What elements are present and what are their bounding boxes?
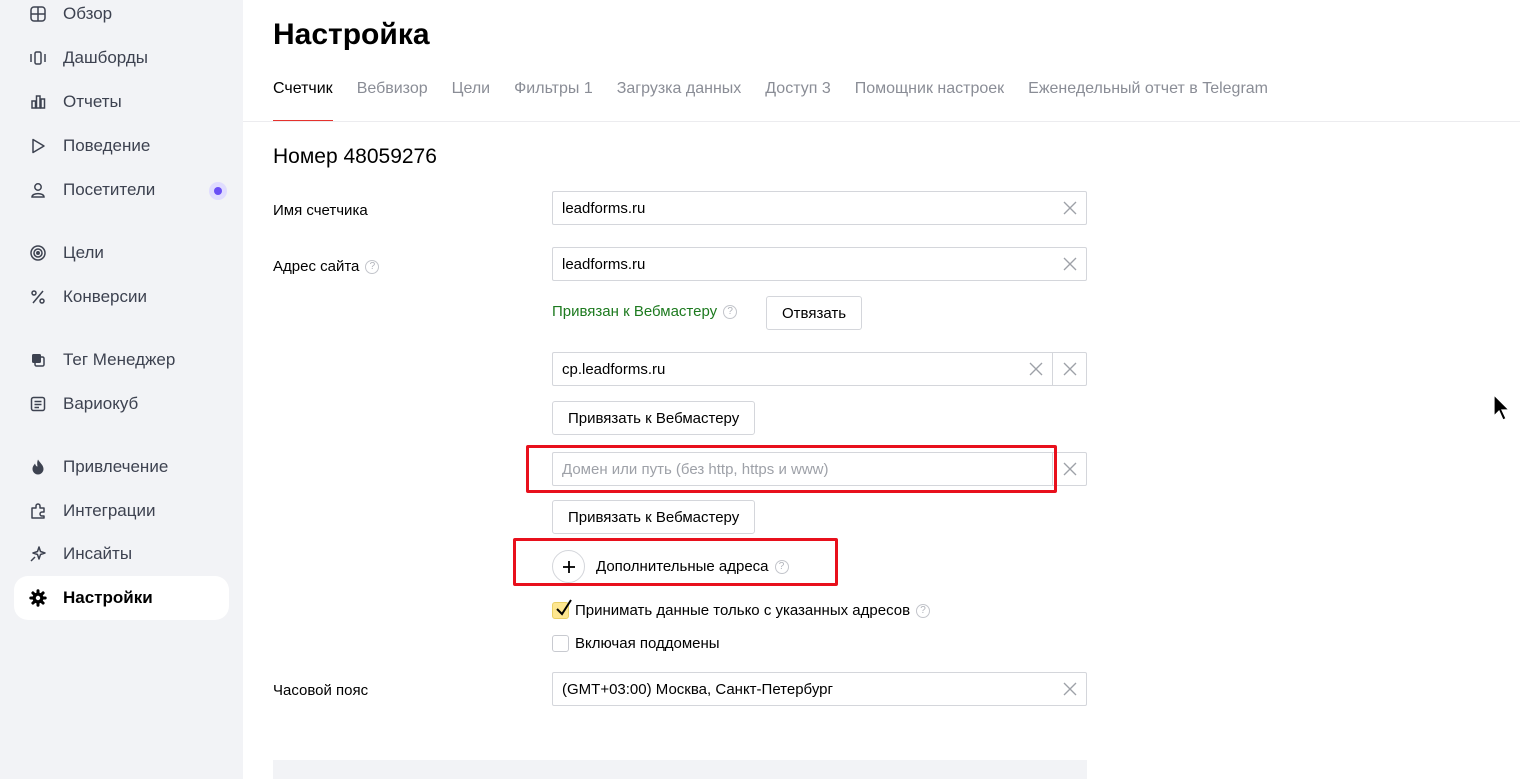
new-domain-field[interactable] bbox=[552, 452, 1087, 486]
page-title: Настройка bbox=[273, 18, 430, 51]
tab-filters[interactable]: Фильтры 1 bbox=[514, 80, 593, 122]
sidebar-item-reports[interactable]: Отчеты bbox=[14, 80, 229, 124]
variocube-icon bbox=[28, 394, 48, 414]
domain-input[interactable] bbox=[553, 453, 1052, 485]
bar-chart-icon bbox=[28, 92, 48, 112]
counter-number: Номер 48059276 bbox=[273, 145, 437, 168]
timezone-field[interactable] bbox=[552, 672, 1087, 706]
mouse-cursor-icon bbox=[1493, 394, 1510, 421]
extra-site-field[interactable] bbox=[552, 352, 1087, 386]
sidebar-item-label: Вариокуб bbox=[63, 394, 139, 413]
sidebar: Обзор Дашборды Отчеты Поведение Посетите… bbox=[0, 0, 243, 779]
help-icon[interactable]: ? bbox=[723, 304, 738, 319]
puzzle-icon bbox=[28, 501, 48, 521]
main-content: Настройка Счетчик Вебвизор Цели Фильтры … bbox=[243, 0, 1520, 779]
sidebar-item-label: Привлечение bbox=[63, 457, 169, 476]
sidebar-item-integrations[interactable]: Интеграции bbox=[14, 489, 229, 533]
plus-icon[interactable] bbox=[552, 550, 585, 583]
only-specified-row[interactable]: Принимать данные только с указанных адре… bbox=[552, 599, 931, 619]
additional-addresses-label: Дополнительные адреса bbox=[596, 558, 769, 575]
sidebar-item-behavior[interactable]: Поведение bbox=[14, 124, 229, 168]
extra-site-input[interactable] bbox=[553, 353, 1019, 385]
flame-icon bbox=[28, 457, 48, 477]
tab-access[interactable]: Доступ 3 bbox=[765, 80, 830, 122]
help-icon[interactable]: ? bbox=[916, 603, 931, 618]
target-icon bbox=[28, 243, 48, 263]
counter-name-field[interactable] bbox=[552, 191, 1087, 225]
tab-goals[interactable]: Цели bbox=[452, 80, 490, 122]
tab-telegram-report[interactable]: Еженедельный отчет в Telegram bbox=[1028, 80, 1268, 122]
sidebar-item-acquisition[interactable]: Привлечение bbox=[14, 445, 229, 489]
sidebar-item-label: Настройки bbox=[63, 588, 153, 607]
include-subdomains-label: Включая поддомены bbox=[575, 635, 720, 652]
tab-setup-assistant[interactable]: Помощник настроек bbox=[855, 80, 1004, 122]
gear-icon bbox=[28, 588, 48, 608]
clear-icon[interactable] bbox=[1019, 353, 1052, 385]
person-icon bbox=[28, 180, 48, 200]
sidebar-item-variocube[interactable]: Вариокуб bbox=[14, 382, 229, 426]
tabs-divider bbox=[243, 121, 1520, 122]
include-subdomains-row[interactable]: Включая поддомены bbox=[552, 635, 720, 652]
dashboards-icon bbox=[28, 48, 48, 68]
site-address-field[interactable] bbox=[552, 247, 1087, 281]
sidebar-item-tag-manager[interactable]: Тег Менеджер bbox=[14, 338, 229, 382]
sidebar-item-label: Дашборды bbox=[63, 48, 148, 67]
tab-webvisor[interactable]: Вебвизор bbox=[357, 80, 428, 122]
remove-address-icon[interactable] bbox=[1053, 453, 1086, 485]
sidebar-item-label: Интеграции bbox=[63, 501, 156, 520]
sidebar-item-label: Отчеты bbox=[63, 92, 122, 111]
include-subdomains-checkbox[interactable] bbox=[552, 635, 569, 652]
sidebar-item-label: Цели bbox=[63, 243, 104, 262]
sidebar-item-dashboards[interactable]: Дашборды bbox=[14, 36, 229, 80]
new-badge bbox=[209, 182, 227, 200]
percent-icon bbox=[28, 287, 48, 307]
tag-manager-icon bbox=[28, 350, 48, 370]
counter-name-label: Имя счетчика bbox=[273, 202, 368, 219]
sidebar-item-label: Посетители bbox=[63, 180, 156, 199]
sparkle-icon bbox=[28, 544, 48, 564]
sidebar-item-insights[interactable]: Инсайты bbox=[14, 532, 229, 576]
site-address-input[interactable] bbox=[553, 248, 1053, 280]
sidebar-item-label: Поведение bbox=[63, 136, 151, 155]
clear-icon[interactable] bbox=[1053, 192, 1086, 224]
sidebar-item-label: Конверсии bbox=[63, 287, 147, 306]
sidebar-item-visitors[interactable]: Посетители bbox=[14, 168, 229, 212]
additional-addresses-row[interactable]: Дополнительные адреса ? bbox=[552, 550, 789, 583]
link-webmaster-button[interactable]: Привязать к Вебмастеру bbox=[552, 500, 756, 534]
sidebar-item-settings[interactable]: Настройки bbox=[14, 576, 229, 620]
timezone-input[interactable] bbox=[553, 673, 1053, 705]
grid-icon bbox=[28, 4, 48, 24]
sidebar-item-label: Инсайты bbox=[63, 544, 133, 563]
sidebar-item-overview[interactable]: Обзор bbox=[14, 0, 229, 36]
sidebar-item-conversions[interactable]: Конверсии bbox=[14, 275, 229, 319]
clear-icon[interactable] bbox=[1053, 673, 1086, 705]
help-icon[interactable]: ? bbox=[365, 259, 380, 274]
sidebar-item-label: Тег Менеджер bbox=[63, 350, 176, 369]
bottom-panel bbox=[273, 760, 1087, 779]
tabs: Счетчик Вебвизор Цели Фильтры 1 Загрузка… bbox=[273, 80, 1268, 122]
only-specified-checkbox[interactable] bbox=[552, 599, 572, 619]
webmaster-linked-status: Привязан к Вебмастеру? bbox=[552, 303, 738, 320]
play-icon bbox=[28, 136, 48, 156]
help-icon[interactable]: ? bbox=[774, 559, 789, 574]
tab-counter[interactable]: Счетчик bbox=[273, 80, 333, 122]
unlink-button[interactable]: Отвязать bbox=[766, 296, 863, 330]
only-specified-label: Принимать данные только с указанных адре… bbox=[575, 602, 911, 619]
timezone-label: Часовой пояс bbox=[273, 682, 369, 699]
link-webmaster-button[interactable]: Привязать к Вебмастеру bbox=[552, 401, 756, 435]
site-address-label: Адрес сайта? bbox=[273, 258, 380, 275]
counter-name-input[interactable] bbox=[553, 192, 1053, 224]
clear-icon[interactable] bbox=[1053, 248, 1086, 280]
remove-address-icon[interactable] bbox=[1053, 353, 1086, 385]
tab-data-upload[interactable]: Загрузка данных bbox=[617, 80, 742, 122]
sidebar-item-label: Обзор bbox=[63, 4, 113, 23]
sidebar-item-goals[interactable]: Цели bbox=[14, 231, 229, 275]
